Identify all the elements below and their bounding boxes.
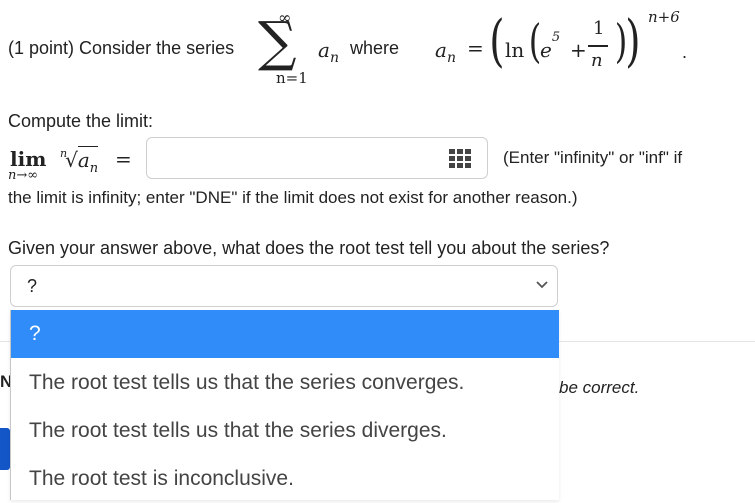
option-placeholder[interactable]: ? (11, 310, 559, 358)
series-term: an (318, 38, 339, 66)
ln-function: ln (505, 38, 525, 62)
sum-upper-limit: ∞ (278, 8, 292, 27)
sum-lower-limit: n=1 (276, 69, 308, 87)
term-definition-label: an (435, 38, 456, 66)
left-paren-outer: ( (489, 9, 505, 74)
nth-root-expression: n√an (60, 146, 99, 176)
e-power: e5 (540, 30, 561, 62)
where-label: where (350, 38, 400, 58)
root-test-question: Given your answer above, what does the r… (8, 238, 610, 258)
entry-hint: (Enter "infinity" or "inf" if (503, 148, 683, 167)
option-diverges[interactable]: The root test tells us that the series d… (11, 407, 559, 455)
background-button[interactable] (0, 428, 10, 470)
equals-sign: = (467, 36, 484, 60)
fraction-bar (588, 45, 608, 47)
compute-limit-label: Compute the limit: (8, 111, 154, 131)
root-test-select[interactable]: ? (10, 265, 558, 307)
lim-subscript: n→∞ (8, 168, 39, 183)
entry-hint-continued: the limit is infinity; enter "DNE" if th… (8, 188, 578, 207)
equation-palette-icon[interactable] (447, 146, 473, 170)
problem-intro: (1 point) Consider the series (8, 38, 235, 58)
right-paren-outer: ) (625, 9, 641, 74)
root-test-options-list: ? The root test tells us that the series… (10, 310, 559, 500)
background-partial-text: be correct. (559, 378, 640, 397)
limit-answer-input[interactable] (146, 137, 488, 179)
chevron-down-icon (536, 281, 548, 289)
plus-sign: + (570, 38, 587, 62)
fraction-numerator: 1 (593, 18, 605, 39)
fraction-denominator: n (591, 50, 603, 71)
equals-sign-limit: = (115, 147, 132, 171)
outer-exponent: n+6 (648, 8, 680, 26)
option-inconclusive[interactable]: The root test is inconclusive. (11, 455, 559, 503)
period: . (682, 42, 688, 62)
root-test-selected-value: ? (27, 276, 38, 296)
option-converges[interactable]: The root test tells us that the series c… (11, 359, 559, 407)
